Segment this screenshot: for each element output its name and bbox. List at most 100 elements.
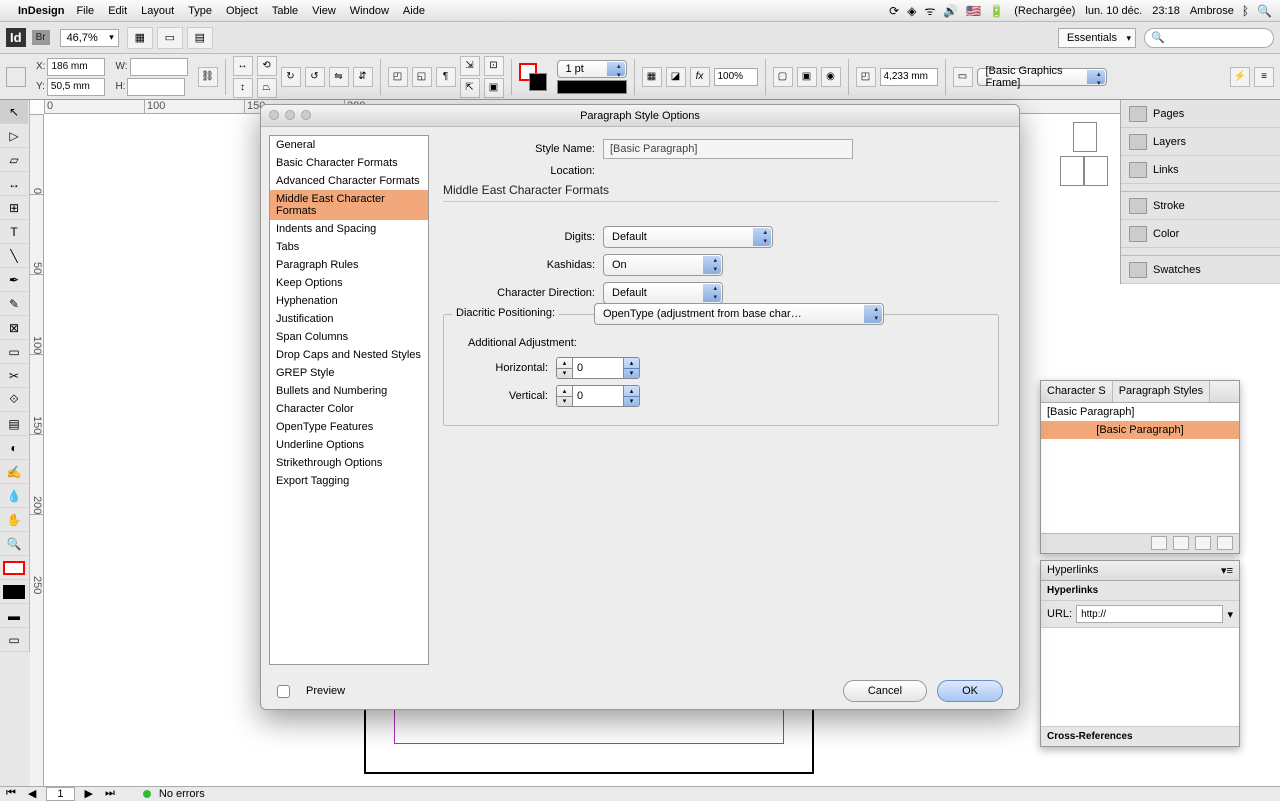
app-menu[interactable]: InDesign xyxy=(18,5,64,17)
category-item[interactable]: Span Columns xyxy=(270,328,428,346)
category-item[interactable]: Tabs xyxy=(270,238,428,256)
url-dropdown-icon[interactable]: ▾ xyxy=(1227,608,1233,621)
menu-layout[interactable]: Layout xyxy=(141,5,174,17)
arrange-button[interactable]: ▤ xyxy=(187,27,213,49)
first-page-icon[interactable]: ⏮ xyxy=(4,787,18,800)
new-style-icon[interactable] xyxy=(1195,536,1211,550)
panel-menu-icon[interactable]: ▾≡ xyxy=(1221,564,1233,577)
panel-pages[interactable]: Pages xyxy=(1121,100,1280,128)
panel-swatches[interactable]: Swatches xyxy=(1121,256,1280,284)
prev-page-icon[interactable]: ◀ xyxy=(26,787,38,800)
page-thumbnail[interactable] xyxy=(1073,122,1097,152)
menu-view[interactable]: View xyxy=(312,5,336,17)
stepper-down-icon[interactable]: ▾ xyxy=(624,369,639,379)
stepper-up-icon[interactable]: ▴ xyxy=(624,386,639,397)
category-item[interactable]: Basic Character Formats xyxy=(270,154,428,172)
pen-tool[interactable]: ✒ xyxy=(0,268,28,292)
menubar-date[interactable]: lun. 10 déc. xyxy=(1085,5,1142,17)
tab-paragraph-styles[interactable]: Paragraph Styles xyxy=(1113,381,1210,402)
menu-file[interactable]: File xyxy=(76,5,94,17)
category-item[interactable]: Hyphenation xyxy=(270,292,428,310)
stepper-down-icon[interactable]: ▾ xyxy=(624,397,639,407)
menu-edit[interactable]: Edit xyxy=(108,5,127,17)
menu-aide[interactable]: Aide xyxy=(403,5,425,17)
page-thumbnail[interactable] xyxy=(1084,156,1108,186)
dropbox-icon[interactable]: ◈ xyxy=(907,4,916,18)
style-name-field[interactable]: [Basic Paragraph] xyxy=(603,139,853,159)
cancel-button[interactable]: Cancel xyxy=(843,680,927,702)
digits-select[interactable]: Default xyxy=(603,226,773,248)
hyperlinks-title[interactable]: Hyperlinks xyxy=(1047,564,1098,577)
object-style-icon[interactable]: ▭ xyxy=(953,67,973,87)
view-options-button[interactable]: ▦ xyxy=(127,27,153,49)
panel-stroke[interactable]: Stroke xyxy=(1121,192,1280,220)
apply-color[interactable]: ▬ xyxy=(0,604,28,628)
fit-content-icon[interactable]: ⇲ xyxy=(460,56,480,76)
help-search[interactable]: 🔍 xyxy=(1144,28,1274,48)
fx-icon[interactable]: fx xyxy=(690,67,710,87)
vertical-ruler[interactable]: 050100150200250 xyxy=(30,114,44,786)
stepper-down-icon[interactable]: ▾ xyxy=(557,369,572,379)
category-item[interactable]: Justification xyxy=(270,310,428,328)
note-tool[interactable]: ✍ xyxy=(0,460,28,484)
preflight-status-text[interactable]: No errors xyxy=(159,788,205,800)
scale-x-button[interactable]: ↔ xyxy=(233,56,253,76)
category-item[interactable]: OpenType Features xyxy=(270,418,428,436)
text-wrap-bbox-icon[interactable]: ▣ xyxy=(797,67,817,87)
stepper-up-icon[interactable]: ▴ xyxy=(557,386,572,397)
kashidas-select[interactable]: On xyxy=(603,254,723,276)
content-collector-tool[interactable]: ⊞ xyxy=(0,196,28,220)
cross-references-section[interactable]: Cross-References xyxy=(1041,727,1239,746)
fill-stroke-toggle[interactable] xyxy=(0,556,28,580)
new-group-icon[interactable] xyxy=(1173,536,1189,550)
select-content-icon[interactable]: ◱ xyxy=(412,67,432,87)
flip-v-icon[interactable]: ⇵ xyxy=(353,67,373,87)
delete-style-icon[interactable] xyxy=(1217,536,1233,550)
workspace-select[interactable]: Essentials xyxy=(1058,28,1136,48)
menubar-time[interactable]: 23:18 xyxy=(1152,5,1180,17)
panel-color[interactable]: Color xyxy=(1121,220,1280,248)
text-wrap-shape-icon[interactable]: ◉ xyxy=(821,67,841,87)
quick-apply-icon[interactable]: ⚡ xyxy=(1230,67,1250,87)
constrain-icon[interactable]: ⛓ xyxy=(198,67,218,87)
gradient-feather-tool[interactable]: ◐ xyxy=(0,436,28,460)
default-fill-stroke[interactable] xyxy=(0,580,28,604)
scale-y-button[interactable]: ↕ xyxy=(233,78,253,98)
opacity-field[interactable] xyxy=(714,68,758,86)
wifi-icon[interactable]: ᯤ xyxy=(924,2,935,19)
next-page-icon[interactable]: ▶ xyxy=(83,787,95,800)
shear-button[interactable]: ⏢ xyxy=(257,78,277,98)
zoom-level-select[interactable]: 46,7% xyxy=(60,29,119,47)
vertical-field[interactable] xyxy=(573,386,623,406)
category-item[interactable]: Strikethrough Options xyxy=(270,454,428,472)
screen-mode-button[interactable]: ▭ xyxy=(157,27,183,49)
fill-frame-icon[interactable]: ▣ xyxy=(484,78,504,98)
page-thumbnail[interactable] xyxy=(1060,156,1084,186)
hyperlinks-list[interactable] xyxy=(1041,627,1239,727)
rotate-90-ccw-icon[interactable]: ↺ xyxy=(305,67,325,87)
page-number-field[interactable]: 1 xyxy=(46,787,74,801)
rotate-90-cw-icon[interactable]: ↻ xyxy=(281,67,301,87)
corner-size-field[interactable] xyxy=(880,68,938,86)
volume-icon[interactable]: 🔊 xyxy=(943,4,958,18)
clear-overrides-icon[interactable] xyxy=(1151,536,1167,550)
horizontal-stepper[interactable]: ▴▾ ▴▾ xyxy=(556,357,640,379)
zoom-tool[interactable]: 🔍 xyxy=(0,532,28,556)
menu-table[interactable]: Table xyxy=(272,5,298,17)
h-field[interactable] xyxy=(127,78,185,96)
bridge-button[interactable]: Br xyxy=(32,30,50,45)
style-row[interactable]: [Basic Paragraph] xyxy=(1041,403,1239,421)
rectangle-tool[interactable]: ▭ xyxy=(0,340,28,364)
control-menu-icon[interactable]: ≡ xyxy=(1254,67,1274,87)
stroke-weight-select[interactable]: 1 pt xyxy=(557,60,627,78)
bluetooth-icon[interactable]: ᛒ xyxy=(1242,4,1249,18)
fill-stroke-proxy[interactable] xyxy=(519,63,547,91)
flip-h-icon[interactable]: ⇋ xyxy=(329,67,349,87)
category-item[interactable]: Middle East Character Formats xyxy=(270,190,428,220)
center-content-icon[interactable]: ⊡ xyxy=(484,56,504,76)
character-direction-select[interactable]: Default xyxy=(603,282,723,304)
last-page-icon[interactable]: ⏭ xyxy=(103,787,117,800)
gap-tool[interactable]: ↔ xyxy=(0,172,28,196)
direct-selection-tool[interactable]: ▷ xyxy=(0,124,28,148)
gradient-swatch-tool[interactable]: ▤ xyxy=(0,412,28,436)
